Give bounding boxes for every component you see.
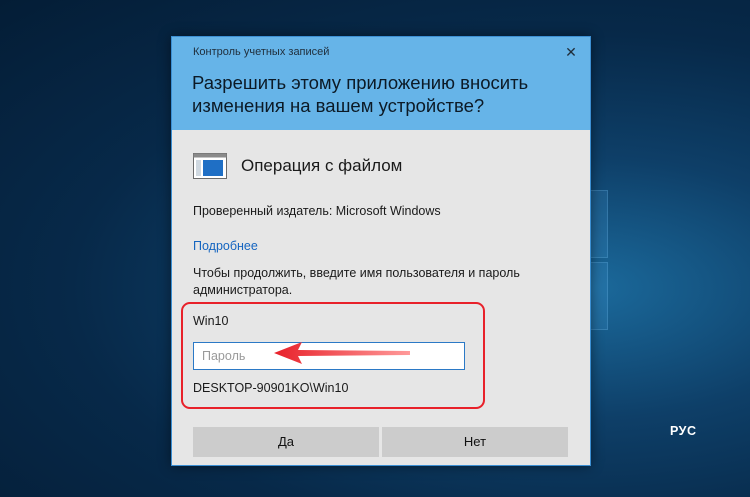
username-label: Win10	[193, 314, 229, 328]
uac-dialog: Контроль учетных записей ✕ Разрешить это…	[171, 36, 591, 466]
instruction-text: Чтобы продолжить, введите имя пользовате…	[193, 266, 520, 297]
domain-account-label: DESKTOP-90901KO\Win10	[193, 381, 349, 395]
details-link[interactable]: Подробнее	[193, 239, 258, 253]
file-operation-icon	[193, 153, 227, 179]
uac-question: Разрешить этому приложению вносить измен…	[192, 72, 529, 116]
app-row: Операция с файлом	[193, 151, 402, 181]
verified-publisher: Проверенный издатель: Microsoft Windows	[193, 204, 441, 218]
yes-button[interactable]: Да	[193, 427, 379, 457]
close-button[interactable]: ✕	[562, 43, 580, 61]
language-indicator[interactable]: РУС	[670, 424, 696, 438]
desktop-background: Контроль учетных записей ✕ Разрешить это…	[0, 0, 750, 497]
no-button[interactable]: Нет	[382, 427, 568, 457]
window-title: Контроль учетных записей	[193, 46, 330, 58]
close-icon: ✕	[565, 44, 577, 60]
password-input[interactable]	[193, 342, 465, 370]
app-name: Операция с файлом	[241, 156, 403, 175]
dialog-header: Контроль учетных записей ✕ Разрешить это…	[172, 37, 590, 130]
